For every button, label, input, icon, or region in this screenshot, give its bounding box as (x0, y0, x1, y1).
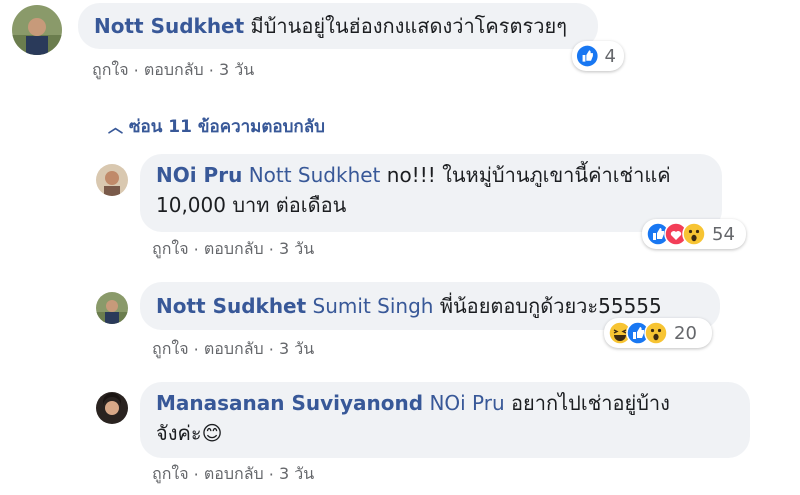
reaction-count: 20 (674, 322, 697, 344)
comment-time[interactable]: 3 วัน (219, 60, 254, 79)
comment-author[interactable]: NOi Pru (156, 163, 242, 187)
reply-link[interactable]: ตอบกลับ (204, 464, 264, 483)
comment-bubble: NOi Pru Nott Sudkhet no!!! ในหมู่บ้านภูเ… (140, 154, 722, 232)
like-link[interactable]: ถูกใจ (152, 339, 189, 358)
comment-author[interactable]: Manasanan Suviyanond (156, 391, 423, 415)
reaction-count: 54 (712, 223, 735, 245)
comment-time[interactable]: 3 วัน (279, 239, 314, 258)
comment-text: พี่น้อยตอบกูด้วยวะ55555 (439, 294, 662, 318)
chevron-up-icon: ︿ (108, 118, 124, 136)
avatar[interactable] (12, 5, 62, 55)
avatar[interactable] (96, 392, 128, 424)
comment-text: มีบ้านอยู่ในฮ่องกงแสดงว่าโครตรวยๆ (250, 14, 567, 38)
hide-replies-toggle[interactable]: ︿ ซ่อน 11 ข้อความตอบกลับ (108, 113, 325, 140)
mention-link[interactable]: Sumit Singh (313, 294, 434, 318)
comment-bubble: Nott Sudkhet มีบ้านอยู่ในฮ่องกงแสดงว่าโค… (78, 3, 598, 49)
wow-reaction-icon (644, 321, 668, 345)
comment-actions: ถูกใจ · ตอบกลับ · 3 วัน (152, 464, 315, 484)
reply-link[interactable]: ตอบกลับ (204, 239, 264, 258)
comment-actions: ถูกใจ · ตอบกลับ · 3 วัน (92, 60, 255, 80)
wow-reaction-icon (682, 222, 706, 246)
comment-actions: ถูกใจ · ตอบกลับ · 3 วัน (152, 239, 315, 259)
like-reaction-icon (576, 45, 598, 67)
like-link[interactable]: ถูกใจ (92, 60, 129, 79)
reply-link[interactable]: ตอบกลับ (204, 339, 264, 358)
comment-time[interactable]: 3 วัน (279, 464, 314, 483)
reaction-count: 4 (604, 45, 616, 67)
reaction-summary[interactable]: 54 (642, 219, 746, 249)
reply-link[interactable]: ตอบกลับ (144, 60, 204, 79)
comment-actions: ถูกใจ · ตอบกลับ · 3 วัน (152, 339, 315, 359)
avatar[interactable] (96, 164, 128, 196)
like-link[interactable]: ถูกใจ (152, 239, 189, 258)
comment-bubble: Manasanan Suviyanond NOi Pru อยากไปเช่าอ… (140, 382, 750, 458)
like-link[interactable]: ถูกใจ (152, 464, 189, 483)
mention-link[interactable]: Nott Sudkhet (249, 163, 381, 187)
reaction-summary[interactable]: 20 (604, 318, 712, 348)
comment-text-continued: 10,000 บาท ต่อเดือน (156, 193, 347, 217)
comment-text: อยากไปเช่าอยู่บ้าง (511, 391, 670, 415)
comment-author[interactable]: Nott Sudkhet (156, 294, 306, 318)
avatar[interactable] (96, 292, 128, 324)
mention-link[interactable]: NOi Pru (429, 391, 504, 415)
comment-text-continued: จังค่ะ😊 (156, 421, 223, 445)
reaction-summary[interactable]: 4 (572, 41, 624, 71)
comment-text: no!!! ในหมู่บ้านภูเขานี้ค่าเช่าแค่ (386, 163, 671, 187)
comment-time[interactable]: 3 วัน (279, 339, 314, 358)
comment-author[interactable]: Nott Sudkhet (94, 14, 244, 38)
